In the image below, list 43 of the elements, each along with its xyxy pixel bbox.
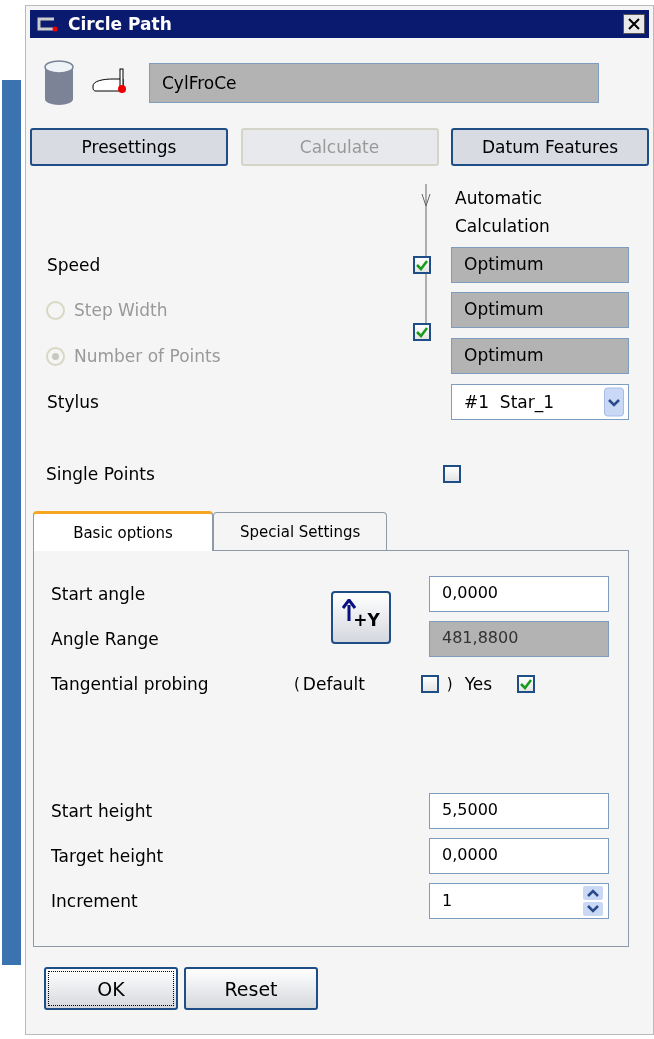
direction-button[interactable]: +Y — [331, 590, 391, 644]
angle-range-label: Angle Range — [51, 628, 159, 649]
step-field: Optimum — [451, 338, 629, 374]
yes-label: Yes — [464, 673, 494, 694]
toolbar-button[interactable]: Datum Features — [451, 128, 649, 166]
close-icon — [628, 18, 640, 30]
dialog-button[interactable]: Reset — [184, 967, 318, 1010]
start-height-label: Start height — [51, 800, 153, 821]
tangential-probing-label: Tangential probing — [51, 673, 209, 694]
start-angle-label: Start angle — [51, 583, 146, 604]
cylinder-icon — [44, 59, 74, 107]
tab[interactable]: Special Settings — [213, 512, 388, 550]
increment-label: Increment — [51, 890, 138, 911]
dialog-button[interactable]: OK — [44, 967, 178, 1010]
checkbox[interactable] — [516, 674, 535, 693]
radio-label: Step Width — [74, 300, 168, 320]
checkbox[interactable] — [413, 323, 431, 341]
target-height-label: Target height — [51, 845, 164, 866]
tab[interactable]: Basic options — [33, 511, 213, 551]
close-button[interactable] — [623, 14, 645, 34]
single-points-label: Single Points — [45, 464, 156, 484]
checkbox[interactable] — [413, 255, 431, 274]
column-header: Automatic Calculation — [454, 187, 551, 238]
speed-label: Speed — [46, 254, 102, 275]
bracket: ( — [294, 674, 300, 693]
spinner-arrows-icon — [582, 884, 604, 917]
step-field: Optimum — [451, 292, 629, 328]
bracket: ) — [446, 674, 453, 693]
radio-label: Number of Points — [74, 346, 221, 366]
stylus-dropdown[interactable]: #1 Star_1 — [451, 384, 629, 420]
stylus-label: Stylus — [46, 392, 100, 412]
target-height-field[interactable]: 0,0000 — [429, 837, 609, 874]
window-title: Circle Path — [68, 14, 173, 34]
start-angle-field[interactable]: 0,0000 — [429, 575, 609, 612]
up-arrow-icon — [342, 598, 357, 621]
increment-spinner[interactable]: 1 — [429, 882, 609, 919]
checkbox[interactable] — [443, 465, 461, 483]
checkbox[interactable] — [420, 674, 439, 693]
feature-name-field[interactable]: CylFroCe — [149, 63, 599, 103]
speed-field: Optimum — [451, 246, 629, 283]
default-label: Default — [302, 673, 366, 694]
toolbar-button[interactable]: Presettings — [30, 128, 228, 166]
start-height-field[interactable]: 5,5000 — [429, 792, 609, 829]
